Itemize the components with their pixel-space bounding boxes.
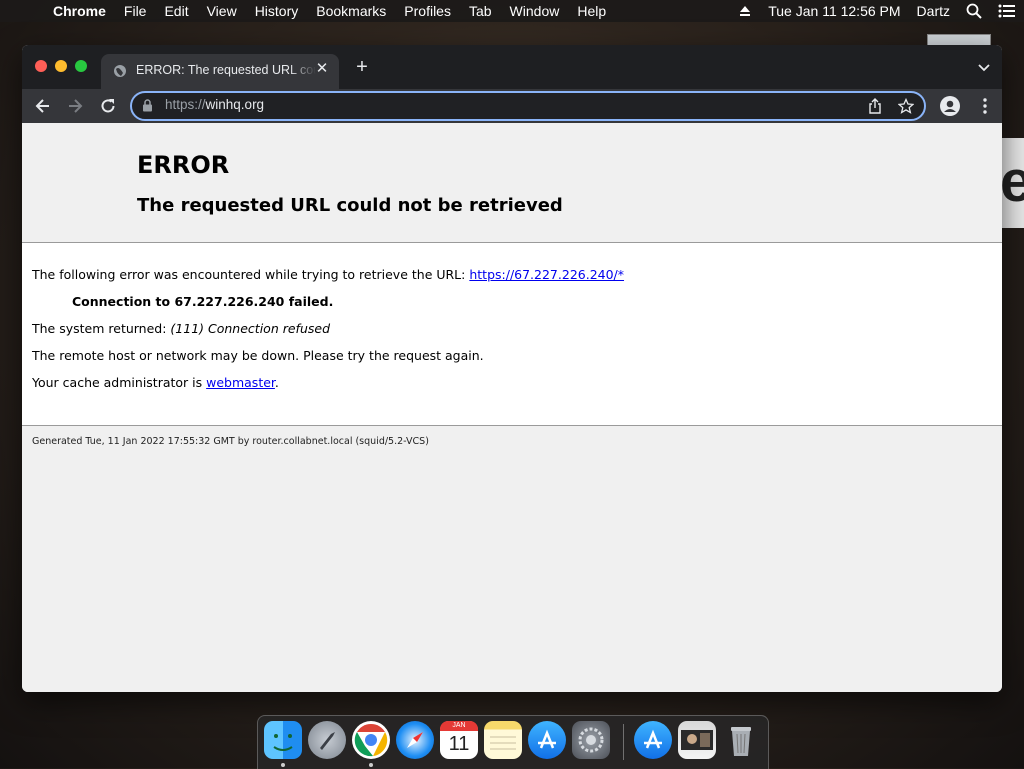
finder-running-indicator — [281, 763, 285, 767]
calendar-icon[interactable]: JAN 11 — [440, 721, 478, 759]
share-icon[interactable] — [868, 98, 882, 119]
spotlight-search-icon[interactable] — [958, 3, 990, 19]
address-scheme: https:// — [165, 97, 206, 112]
recent-document-icon[interactable] — [678, 721, 716, 759]
dock-separator — [623, 724, 624, 760]
menu-window[interactable]: Window — [501, 0, 569, 22]
page-footer: Generated Tue, 11 Jan 2022 17:55:32 GMT … — [32, 436, 429, 447]
system-error-text: (111) Connection refused — [170, 321, 330, 336]
error-url-line: The following error was encountered whil… — [32, 267, 624, 282]
address-host: winhq.org — [205, 97, 265, 112]
cache-admin-suffix: . — [274, 375, 279, 390]
notes-icon[interactable] — [484, 721, 522, 759]
menu-view[interactable]: View — [198, 0, 246, 22]
error-url-prefix: The following error was encountered whil… — [32, 267, 470, 282]
system-returned-line: The system returned: (111) Connection re… — [32, 321, 330, 336]
webmaster-link[interactable]: webmaster — [206, 375, 275, 390]
globe-icon — [113, 64, 127, 81]
menu-history[interactable]: History — [246, 0, 308, 22]
lock-icon[interactable] — [142, 99, 153, 117]
menu-file[interactable]: File — [115, 0, 156, 22]
forward-arrow-icon[interactable] — [66, 97, 84, 115]
new-tab-button[interactable]: + — [352, 57, 372, 77]
page-content: ERROR The requested URL could not be ret… — [22, 123, 1002, 692]
bookmark-star-icon[interactable] — [897, 97, 915, 119]
menu-profiles[interactable]: Profiles — [395, 0, 460, 22]
menu-edit[interactable]: Edit — [155, 0, 197, 22]
calendar-day: 11 — [448, 733, 470, 755]
finder-icon[interactable] — [264, 721, 302, 759]
connection-failed-text: Connection to 67.227.226.240 failed. — [72, 294, 334, 309]
error-subheading: The requested URL could not be retrieved — [137, 195, 563, 216]
minimize-window-button[interactable] — [55, 60, 67, 72]
menu-bookmarks[interactable]: Bookmarks — [307, 0, 395, 22]
profile-avatar-icon[interactable] — [940, 96, 960, 116]
tab-search-chevron-icon[interactable] — [976, 59, 992, 75]
close-window-button[interactable] — [35, 60, 47, 72]
app-store-icon[interactable] — [528, 721, 566, 759]
launchpad-icon[interactable] — [308, 721, 346, 759]
cache-admin-prefix: Your cache administrator is — [32, 375, 207, 390]
chrome-running-indicator — [369, 763, 373, 767]
browser-menu-icon[interactable] — [983, 98, 987, 114]
dock: JAN 11 — [257, 715, 769, 769]
calendar-month: JAN — [440, 721, 478, 731]
browser-toolbar: https://winhq.org — [22, 89, 1002, 123]
system-returned-prefix: The system returned: — [32, 321, 171, 336]
cache-admin-line: Your cache administrator is webmaster. — [32, 375, 279, 390]
address-url[interactable]: https://winhq.org — [165, 97, 264, 112]
error-heading: ERROR — [137, 151, 230, 179]
remote-host-text: The remote host or network may be down. … — [32, 348, 484, 363]
back-arrow-icon[interactable] — [34, 97, 52, 115]
menu-app-name[interactable]: Chrome — [44, 0, 115, 22]
menu-help[interactable]: Help — [568, 0, 615, 22]
chrome-icon[interactable] — [352, 721, 390, 759]
menu-tab[interactable]: Tab — [460, 0, 501, 22]
background-window-edge: e — [1000, 138, 1024, 228]
tab-strip: ERROR: The requested URL could not be re… — [22, 45, 1002, 89]
menu-user[interactable]: Dartz — [909, 3, 958, 19]
error-body: The following error was encountered whil… — [22, 243, 1002, 426]
menu-bar: Chrome File Edit View History Bookmarks … — [0, 0, 1024, 22]
reload-icon[interactable] — [99, 97, 117, 115]
system-preferences-icon[interactable] — [572, 721, 610, 759]
tab-active[interactable]: ERROR: The requested URL could not be re… — [101, 54, 339, 89]
trash-icon[interactable] — [722, 721, 760, 759]
error-url-link[interactable]: https://67.227.226.240/* — [469, 267, 624, 282]
downloads-stack-icon[interactable] — [634, 721, 672, 759]
control-center-icon[interactable] — [990, 4, 1024, 18]
eject-icon[interactable] — [730, 4, 760, 18]
error-header: ERROR The requested URL could not be ret… — [22, 123, 1002, 243]
tab-close-icon[interactable]: ✕ — [313, 60, 331, 78]
menu-clock[interactable]: Tue Jan 11 12:56 PM — [760, 3, 908, 19]
browser-window: ERROR: The requested URL could not be re… — [22, 45, 1002, 692]
address-bar[interactable]: https://winhq.org — [130, 91, 926, 121]
zoom-window-button[interactable] — [75, 60, 87, 72]
safari-icon[interactable] — [396, 721, 434, 759]
tab-title: ERROR: The requested URL could not be re… — [136, 63, 316, 77]
